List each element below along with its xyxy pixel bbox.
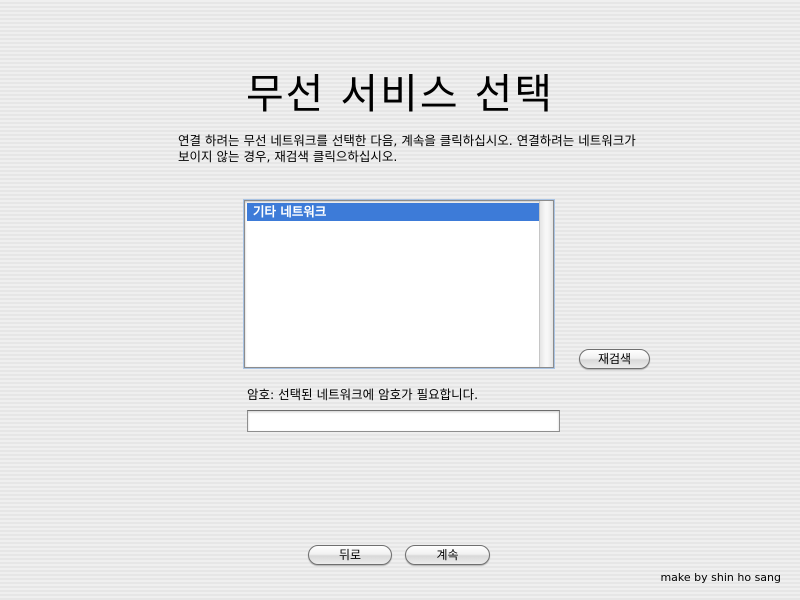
network-list-item-other[interactable]: 기타 네트워크: [247, 203, 539, 221]
page-title: 무선 서비스 선택: [245, 70, 555, 118]
back-button[interactable]: 뒤로: [308, 545, 392, 565]
password-label: 암호: 선택된 네트워크에 암호가 필요합니다.: [247, 387, 479, 402]
network-list-scrollbar[interactable]: [539, 201, 553, 367]
credit-text: make by shin ho sang: [660, 571, 781, 584]
password-field[interactable]: [247, 410, 560, 432]
rescan-button[interactable]: 재검색: [579, 349, 650, 369]
instructions-text: 연결 하려는 무선 네트워크를 선택한 다음, 계속을 클릭하십시오. 연결하려…: [178, 133, 636, 164]
network-list[interactable]: 기타 네트워크: [244, 200, 554, 368]
continue-button[interactable]: 계속: [405, 545, 490, 565]
